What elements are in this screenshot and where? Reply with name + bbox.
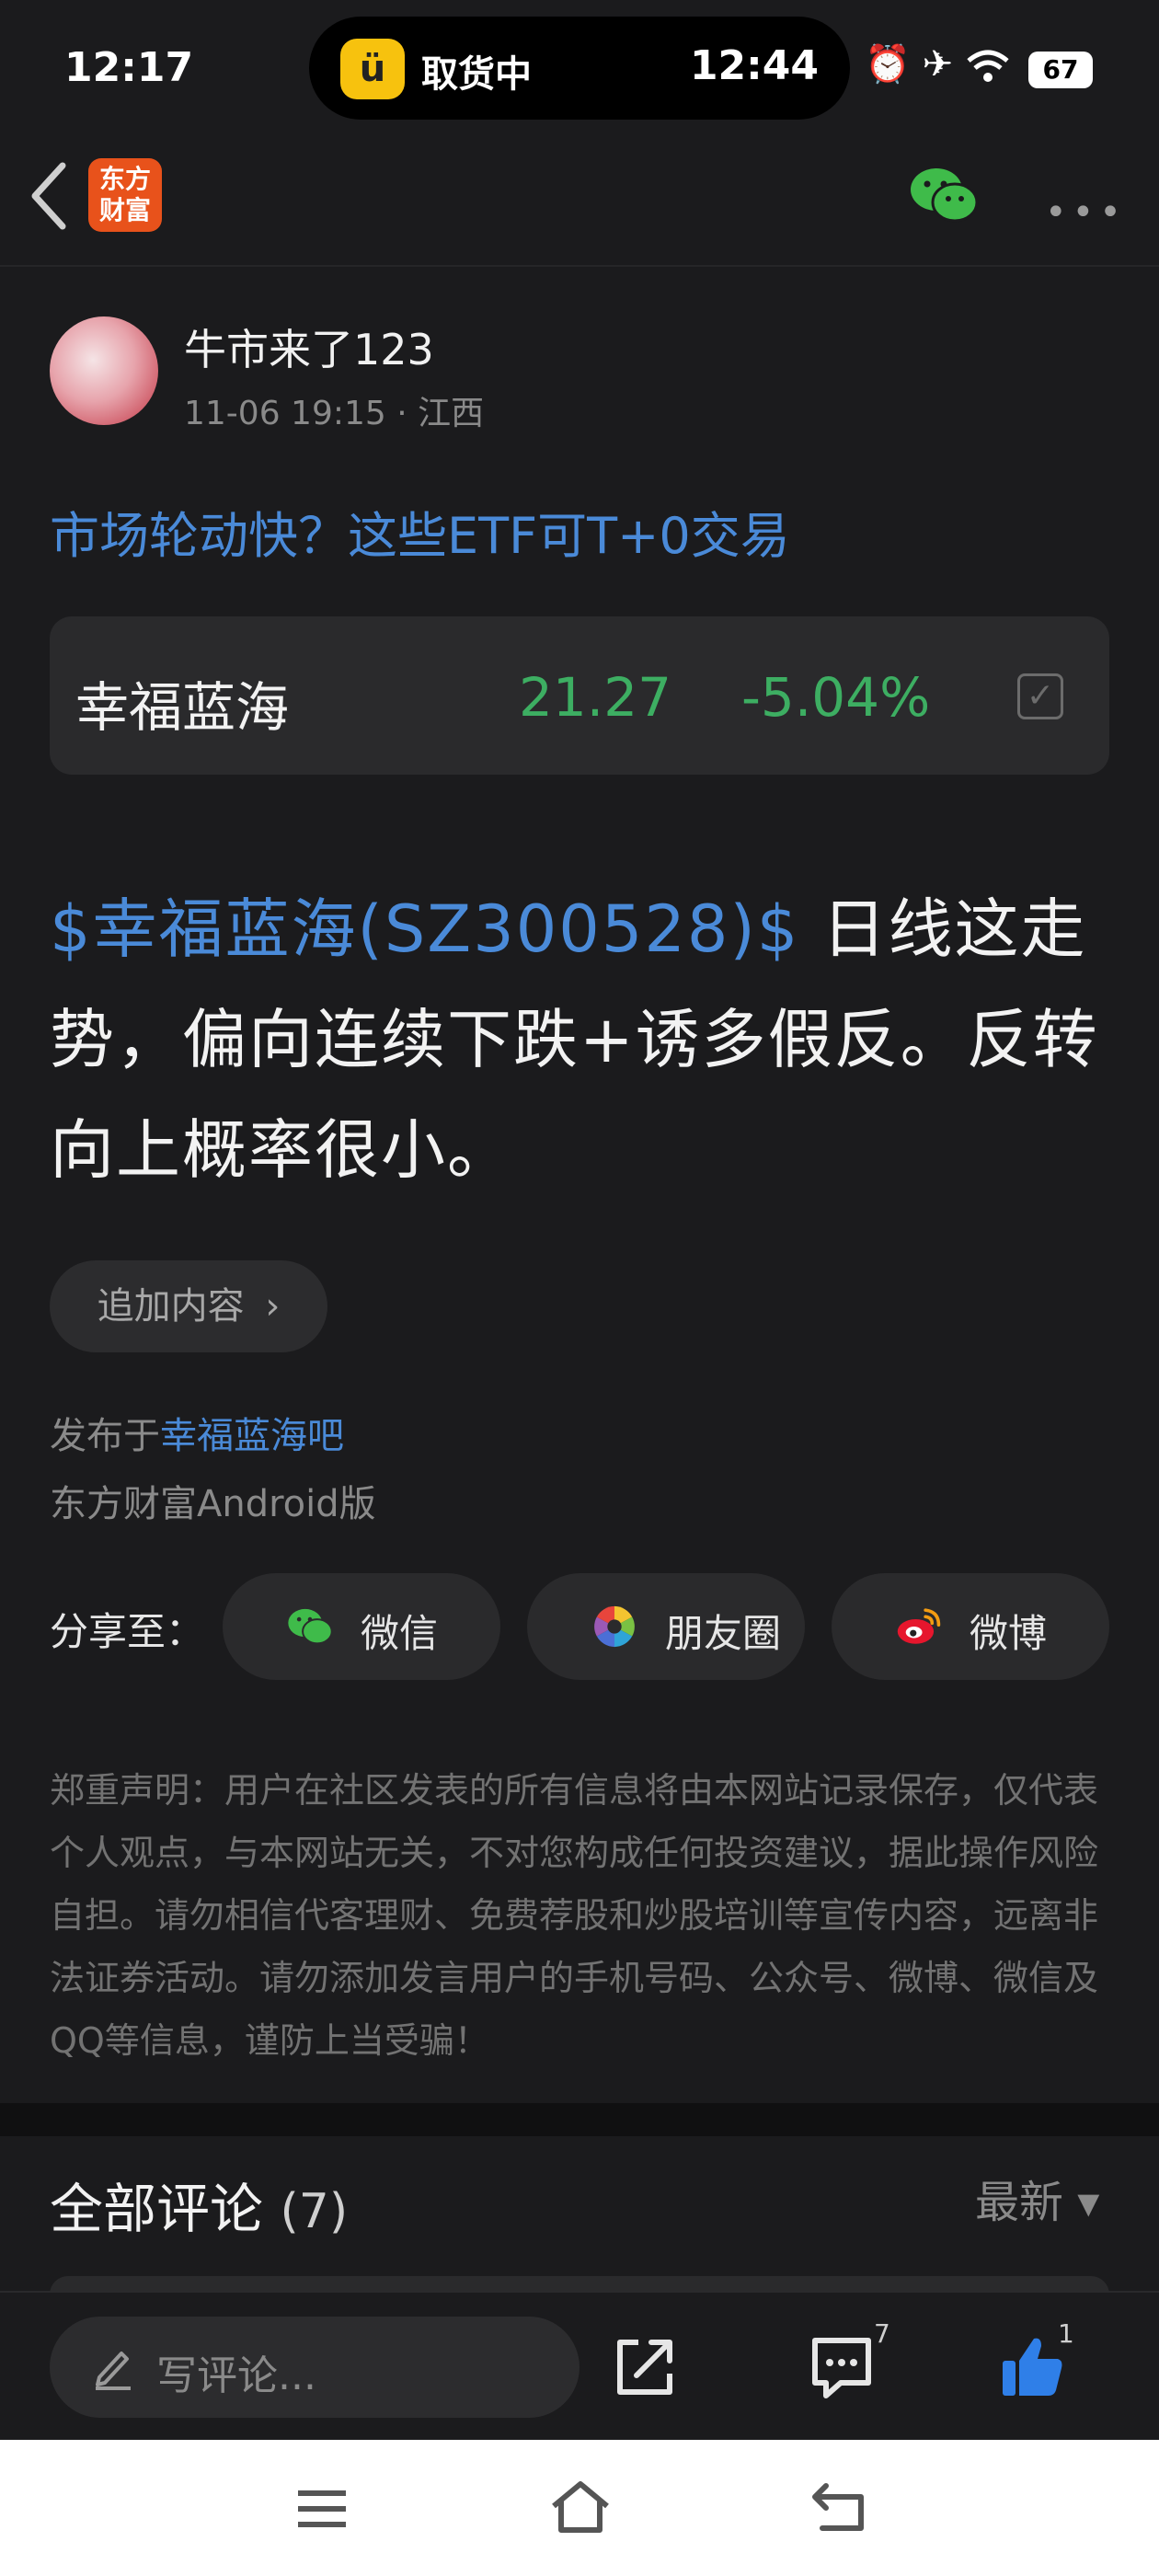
client-version: 东方财富Android版: [50, 1483, 376, 1525]
stock-change: -5.04%: [741, 666, 931, 729]
author-name[interactable]: 牛市来了123: [184, 316, 434, 377]
comments-icon[interactable]: [809, 2335, 874, 2401]
stock-price: 21.27: [519, 666, 672, 729]
comment-count-badge: 7: [874, 2318, 890, 2349]
wechat-share-icon[interactable]: [909, 166, 979, 224]
forum-link[interactable]: 幸福蓝海吧: [160, 1415, 344, 1457]
comment-placeholder: 写评论...: [156, 2352, 316, 2399]
comment-input[interactable]: 写评论...: [50, 2317, 580, 2418]
share-external-icon[interactable]: [611, 2333, 679, 2401]
published-in: 发布于幸福蓝海吧: [50, 1406, 344, 1459]
wechat-icon: [288, 1608, 333, 1645]
stock-mention-link[interactable]: $幸福蓝海(SZ300528)$: [50, 891, 799, 967]
share-label: 分享至：: [50, 1609, 205, 1654]
back-arrow-icon[interactable]: [26, 155, 72, 237]
dynamic-island[interactable]: ü 取货中 12:44: [309, 17, 850, 120]
island-status-label: 取货中: [421, 53, 532, 96]
share-weibo-button[interactable]: 微博: [832, 1573, 1109, 1680]
comments-count: (7): [280, 2184, 349, 2239]
status-icons: ⏰ ✈: [865, 42, 1011, 86]
share-wechat-label: 微信: [361, 1611, 439, 1656]
meta-separator: ·: [396, 395, 419, 432]
disclaimer-text: 郑重声明：用户在社区发表的所有信息将由本网站记录保存，仅代表个人观点，与本网站无…: [50, 1770, 1099, 2061]
home-icon[interactable]: [548, 2478, 613, 2536]
like-count-badge: 1: [1058, 2318, 1074, 2349]
alarm-airplane-icons: ⏰ ✈: [865, 43, 954, 86]
bottom-action-bar: 写评论... 7 1: [0, 2291, 1159, 2442]
post-meta: 11-06 19:15 · 江西: [184, 386, 484, 434]
back-gesture-icon[interactable]: [809, 2480, 868, 2534]
share-moments-label: 朋友圈: [665, 1611, 782, 1656]
pen-icon: [96, 2352, 131, 2390]
comments-header: 全部评论 (7): [50, 2166, 348, 2243]
logo-text-top: 东方: [98, 164, 151, 194]
post-location: 江西: [418, 395, 485, 432]
sort-latest-dropdown[interactable]: 最新 ▾: [975, 2166, 1099, 2230]
watchlist-checkbox-icon[interactable]: ✓: [1017, 673, 1063, 719]
post-title-link[interactable]: 市场轮动快？这些ETF可T+0交易: [50, 495, 790, 568]
chevron-right-icon: ›: [265, 1285, 281, 1328]
share-wechat-button[interactable]: 微信: [223, 1573, 500, 1680]
author-avatar[interactable]: [50, 316, 158, 425]
append-content-button[interactable]: 追加内容 ›: [50, 1260, 327, 1352]
published-prefix: 发布于: [50, 1415, 160, 1457]
post-body: $幸福蓝海(SZ300528)$ 日线这走势，偏向连续下跌+诱多假反。反转向上概…: [50, 874, 1117, 1205]
post-date: 11-06 19:15: [184, 395, 386, 432]
stock-quote-card[interactable]: 幸福蓝海 21.27 -5.04% ✓: [50, 616, 1109, 775]
weibo-icon: [897, 1608, 941, 1644]
append-label: 追加内容: [97, 1285, 245, 1328]
status-time: 12:17: [64, 44, 194, 91]
logo-text-bottom: 财富: [98, 195, 151, 225]
share-weibo-label: 微博: [970, 1611, 1048, 1656]
comments-title: 全部评论: [50, 2178, 264, 2240]
section-separator: [0, 2103, 1159, 2136]
menu-icon[interactable]: [294, 2486, 350, 2532]
stock-name: 幸福蓝海: [75, 676, 290, 739]
more-options-icon[interactable]: •••: [1045, 191, 1127, 234]
eastmoney-logo[interactable]: 东方 财富: [88, 158, 162, 232]
header-divider: [0, 265, 1159, 267]
island-time: 12:44: [689, 42, 819, 89]
delivery-app-icon: ü: [340, 39, 405, 99]
moments-icon: [594, 1605, 635, 1648]
battery-indicator: 67: [1028, 52, 1093, 88]
system-navigation-bar: [0, 2440, 1159, 2576]
share-moments-button[interactable]: 朋友圈: [527, 1573, 805, 1680]
wifi-icon: [967, 50, 1009, 82]
like-thumb-icon[interactable]: [999, 2333, 1067, 2401]
